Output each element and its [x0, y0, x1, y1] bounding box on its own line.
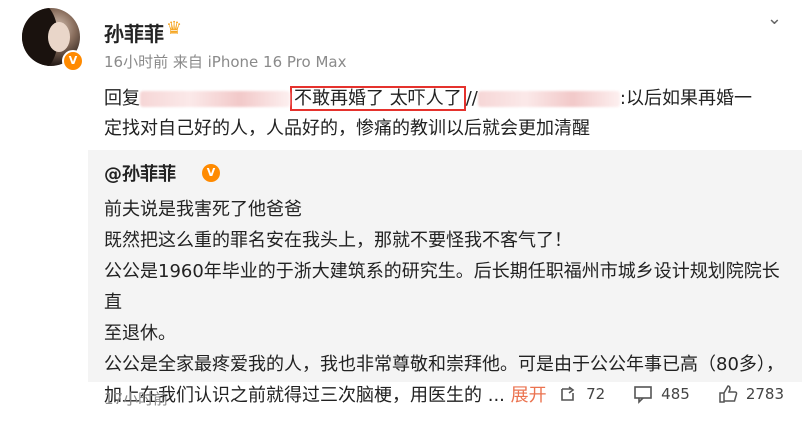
highlight-box: 不敢再婚了 太吓人了 [290, 86, 466, 111]
reply-prefix: 回复 [104, 88, 140, 109]
comment-button[interactable]: 485 [633, 384, 690, 404]
verified-icon: V [62, 50, 84, 72]
blurred-username [140, 91, 290, 107]
post-meta: 16小时前 来自 iPhone 16 Pro Max [104, 51, 346, 72]
like-count: 2783 [745, 385, 784, 403]
quoted-line: 公公是1960年毕业的于浙大建筑系的研究生。后长期任职福州市城乡设计规划院院长直 [104, 261, 780, 313]
quoted-body: 前夫说是我害死了他爸爸 既然把这么重的罪名安在我头上，那就不要怪我不客气了！ 公… [104, 194, 784, 411]
comment-count: 485 [661, 385, 690, 403]
slash-separator: // [465, 88, 478, 109]
comment-icon [634, 386, 652, 404]
repost-button[interactable]: 72 [558, 384, 605, 404]
crown-icon: ♛ [166, 18, 183, 39]
post-time: 16小时前 [104, 53, 169, 71]
expand-link[interactable]: 展开 [511, 385, 547, 406]
quoted-line: 前夫说是我害死了他爸爸 [104, 199, 302, 220]
post-text-line2: 定找对自己好的人，人品好的，惨痛的教训以后就会更加清醒 [104, 118, 590, 139]
quoted-line: 公公是全家最疼爱我的人，我也非常尊敬和崇拜他。可是由于公公年事已高（80多）， [104, 354, 784, 375]
post-source: 来自 iPhone 16 Pro Max [172, 53, 347, 71]
quoted-time: 17小时前 [104, 390, 169, 408]
quoted-author[interactable]: @孙菲菲 [104, 160, 176, 186]
action-bar: 72 485 2783 [558, 384, 784, 404]
post-text: 回复 不敢再婚了 太吓人了// :以后如果再婚一 定找对自己好的人，人品好的，惨痛的… [104, 84, 784, 144]
chevron-down-icon[interactable]: ⌄ [767, 8, 782, 29]
post-text-after: :以后如果再婚一 [619, 88, 752, 109]
blurred-username-2 [477, 91, 620, 107]
thumbs-up-icon [719, 385, 738, 403]
quoted-post[interactable]: @孙菲菲 V 前夫说是我害死了他爸爸 既然把这么重的罪名安在我头上，那就不要怪我… [88, 150, 802, 406]
repost-count: 72 [586, 385, 606, 403]
username[interactable]: 孙菲菲 [104, 18, 164, 47]
quoted-line: 至退休。 [104, 323, 176, 344]
repost-icon [561, 386, 575, 401]
verified-icon: V [202, 164, 220, 182]
quoted-line: 既然把这么重的罪名安在我头上，那就不要怪我不客气了！ [104, 230, 572, 251]
like-button[interactable]: 2783 [718, 384, 784, 404]
